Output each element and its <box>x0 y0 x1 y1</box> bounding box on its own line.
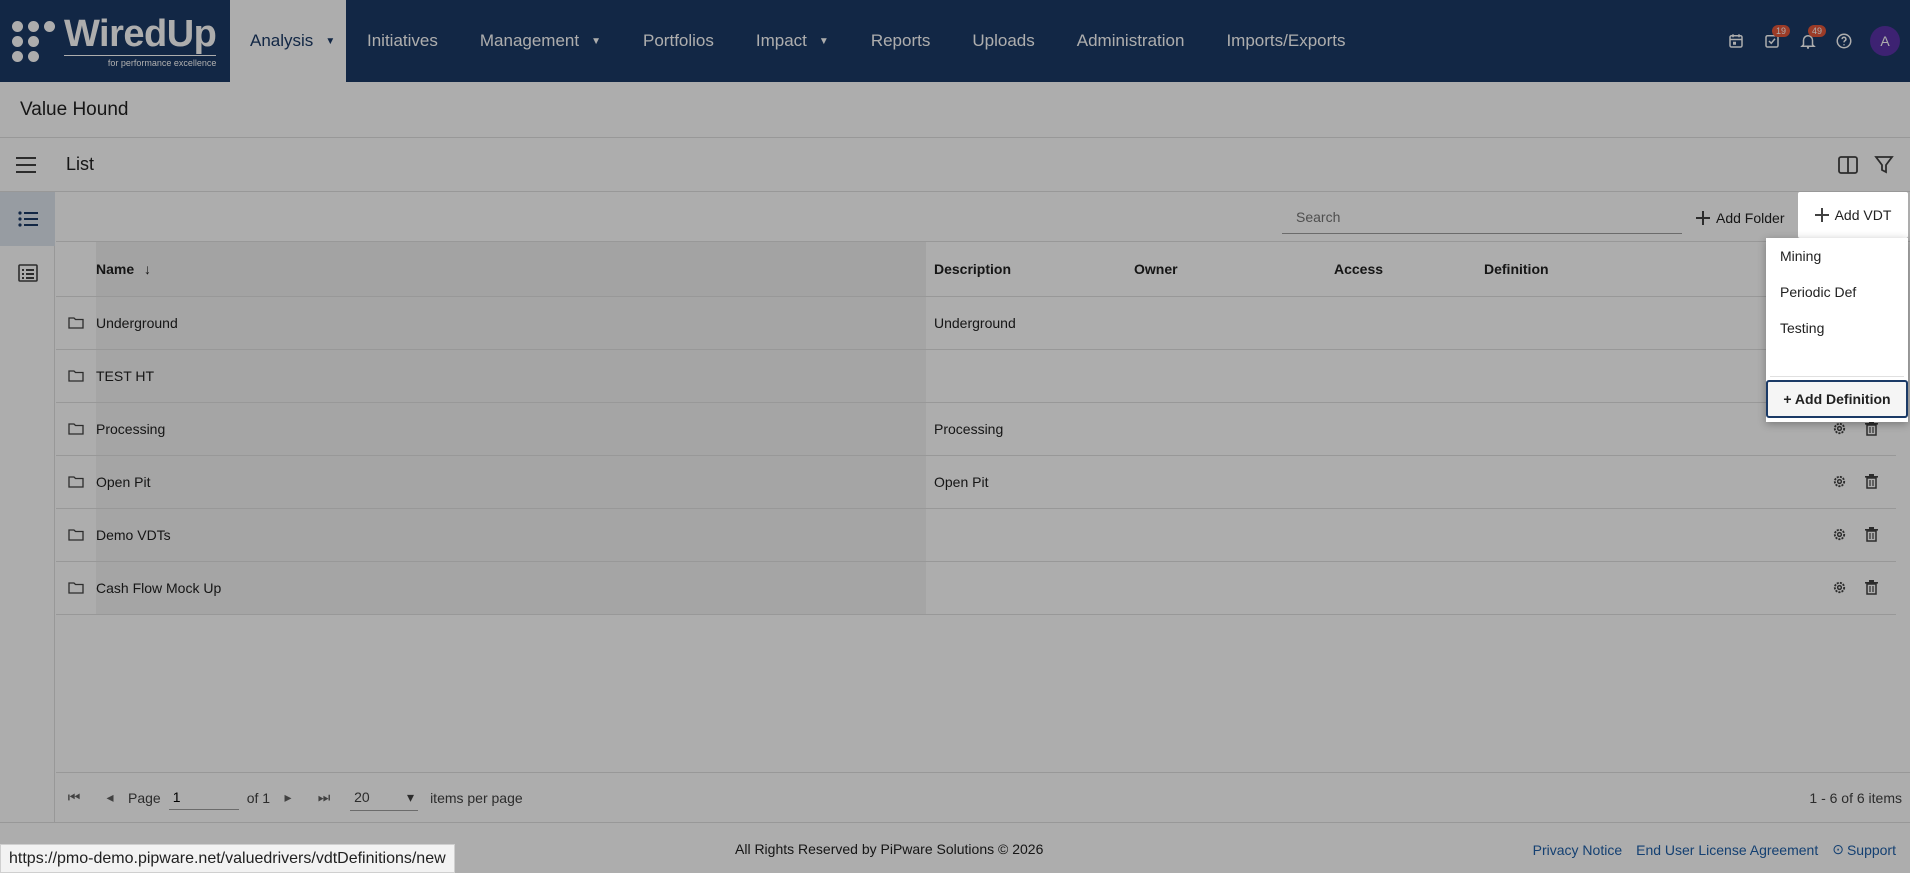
add-definition-button[interactable]: + Add Definition <box>1766 380 1908 418</box>
menu-item-mining[interactable]: Mining <box>1766 238 1908 274</box>
vdt-definition-menu: Mining Periodic Def Testing + Add Defini… <box>1766 238 1908 422</box>
link-preview-url: https://pmo-demo.pipware.net/valuedriver… <box>0 844 455 873</box>
menu-divider <box>1770 376 1904 377</box>
menu-item-testing[interactable]: Testing <box>1766 310 1908 346</box>
add-vdt-button[interactable]: Add VDT <box>1798 192 1908 238</box>
plus-icon <box>1814 208 1829 222</box>
add-vdt-label: Add VDT <box>1834 207 1892 223</box>
menu-item-periodic-def[interactable]: Periodic Def <box>1766 274 1908 310</box>
modal-backdrop[interactable] <box>0 0 1910 873</box>
